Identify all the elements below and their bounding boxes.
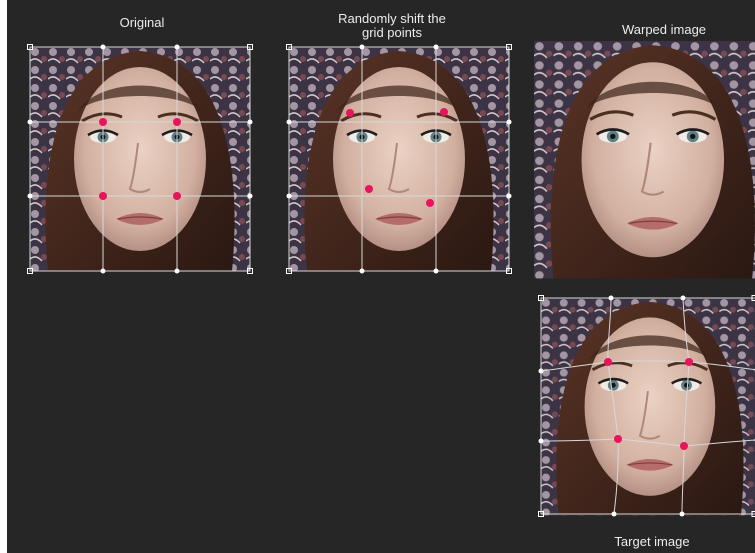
left-margin-strip [0, 0, 7, 553]
title-random-shift-line2: grid points [362, 25, 422, 40]
title-target: Target image [614, 534, 690, 549]
title-random-shift: Randomly shift the grid points [302, 12, 482, 40]
target-panel [538, 295, 755, 517]
title-original: Original [119, 15, 165, 30]
title-random-shift-line1: Randomly shift the [338, 11, 446, 26]
warped-face-image [532, 39, 755, 281]
original-panel [27, 44, 253, 274]
title-warped: Warped image [621, 22, 707, 37]
shifted-panel [286, 44, 512, 274]
target-face-image [539, 296, 755, 517]
warped-panel [532, 39, 755, 281]
shifted-face-image [287, 45, 511, 273]
original-face-image [28, 45, 252, 273]
